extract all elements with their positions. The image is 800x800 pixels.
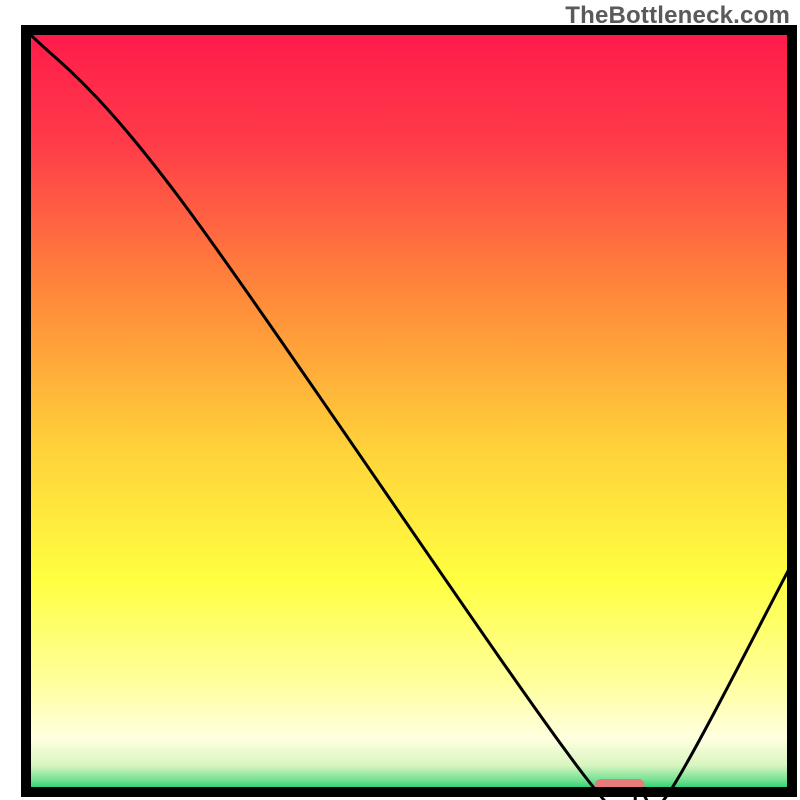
gradient-background (26, 30, 792, 792)
watermark-label: TheBottleneck.com (565, 2, 790, 30)
chart-container: TheBottleneck.com (0, 0, 800, 800)
bottleneck-chart (0, 0, 800, 800)
